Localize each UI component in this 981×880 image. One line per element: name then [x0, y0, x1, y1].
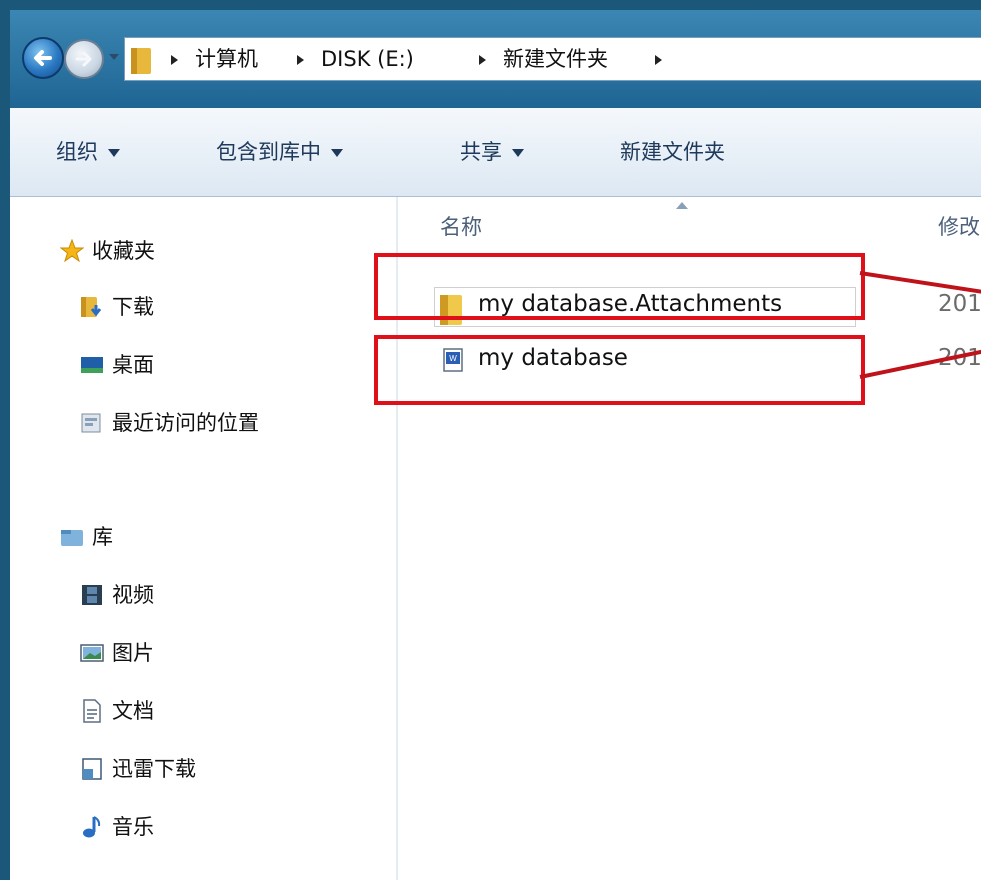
explorer-window: 计算机 DISK (E:) 新建文件夹 组织 包含到库中 共享 新建文件夹 收藏…: [10, 10, 981, 880]
annotation-connector-lines: [859, 271, 981, 379]
